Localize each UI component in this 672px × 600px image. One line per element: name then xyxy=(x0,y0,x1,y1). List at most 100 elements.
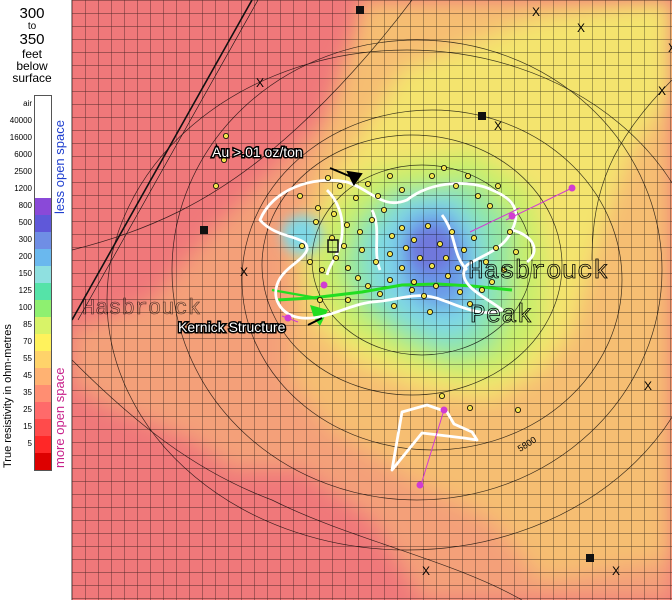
depth-top: 300 xyxy=(19,5,45,22)
drill-hole-dot xyxy=(428,172,435,179)
drill-hole-dot xyxy=(408,286,415,293)
legend-swatch xyxy=(35,232,51,249)
drill-hole-dot xyxy=(364,180,371,187)
drill-hole-dot xyxy=(428,262,435,269)
legend-tick-label: 800 xyxy=(18,200,32,210)
drill-hole-dot xyxy=(298,242,305,249)
legend-swatch xyxy=(35,334,51,351)
legend-swatch xyxy=(35,215,51,232)
legend-tick-label: 500 xyxy=(18,217,32,227)
kernick-label: Kernick Structure xyxy=(178,319,286,335)
legend-swatch xyxy=(35,283,51,300)
drill-hole-dot xyxy=(474,192,481,199)
drill-hole-dot xyxy=(416,254,423,261)
legend-tick-label: 300 xyxy=(18,234,32,244)
drill-hole-dot xyxy=(402,244,409,251)
drill-hole-dot xyxy=(478,286,485,293)
drill-hole-dot xyxy=(398,186,405,193)
drill-hole-dot xyxy=(380,206,387,213)
legend-swatch xyxy=(35,453,51,470)
drill-hole-dot xyxy=(448,228,455,235)
drill-hole-dot xyxy=(368,216,375,223)
drill-hole-dot xyxy=(344,296,351,303)
peak-label-line2: Peak xyxy=(470,300,532,330)
legend-swatch xyxy=(35,385,51,402)
drill-hole-dot xyxy=(398,224,405,231)
svg-text:X: X xyxy=(668,41,672,55)
drill-hole-dot xyxy=(358,246,365,253)
drill-hole-dot xyxy=(316,296,323,303)
drill-hole-dot xyxy=(386,172,393,179)
legend-swatch xyxy=(35,368,51,385)
drill-hole-dot xyxy=(494,182,501,189)
drill-hole-dot xyxy=(340,242,347,249)
legend-tick-label: 16000 xyxy=(9,132,32,142)
legend-swatch xyxy=(35,147,51,164)
resistivity-map: X X X X X X X X X X xyxy=(72,0,672,600)
drill-hole-dot xyxy=(352,194,359,201)
drill-hole-dot xyxy=(296,192,303,199)
drill-hole-dot xyxy=(336,182,343,189)
drill-hole-dot xyxy=(514,406,521,413)
legend-swatch xyxy=(35,436,51,453)
drill-hole-dot xyxy=(452,182,459,189)
legend-swatch xyxy=(35,300,51,317)
drill-hole-dot xyxy=(364,282,371,289)
peak-label-line1: Hasbrouck xyxy=(468,256,608,286)
legend-tick-label: air xyxy=(23,98,32,108)
drill-hole-dot xyxy=(306,258,313,265)
drill-hole-dot xyxy=(470,234,477,241)
drill-hole-dot xyxy=(512,248,519,255)
drill-hole-dot xyxy=(312,218,319,225)
legend-tick-label: 40000 xyxy=(9,115,32,125)
drill-hole-dot xyxy=(343,221,350,228)
drill-hole-dot xyxy=(386,250,393,257)
drill-hole-dot xyxy=(344,264,351,271)
drill-hole-dot xyxy=(436,240,443,247)
legend-swatch xyxy=(35,402,51,419)
drill-hole-dot xyxy=(398,264,405,271)
svg-text:X: X xyxy=(658,84,666,98)
au-label: Au >.01 oz/ton xyxy=(212,144,303,160)
more-open-space-label: more open space xyxy=(52,367,67,468)
legend-tick-label: 1200 xyxy=(14,183,32,193)
legend-swatch xyxy=(35,96,51,113)
legend-tick-label: 2500 xyxy=(14,166,32,176)
legend-swatch xyxy=(35,317,51,334)
drill-hole-dot xyxy=(464,172,471,179)
drill-hole-dot xyxy=(410,236,417,243)
legend-swatch xyxy=(35,164,51,181)
drill-hole-dot xyxy=(456,288,463,295)
legend-tick-label: 125 xyxy=(18,285,32,295)
drill-hole-dot xyxy=(356,228,363,235)
drill-hole-dot xyxy=(212,182,219,189)
drill-hole-dot xyxy=(390,302,397,309)
drill-hole-dot xyxy=(222,132,229,139)
svg-text:X: X xyxy=(532,5,540,19)
svg-text:X: X xyxy=(644,379,652,393)
legend-tick-label: 150 xyxy=(18,268,32,278)
legend-axis-label: True resistivity in ohm-metres xyxy=(2,324,14,468)
svg-text:X: X xyxy=(577,21,585,35)
drill-hole-dot xyxy=(432,282,439,289)
drill-hole-dot xyxy=(454,264,461,271)
legend-panel: 300 to 350 feet below surface air 40000 16… xyxy=(0,0,72,600)
drill-hole-dot xyxy=(374,192,381,199)
left-faint-label: Hasbrouck xyxy=(82,296,201,321)
drill-hole-dot xyxy=(506,228,513,235)
legend-swatch xyxy=(35,351,51,368)
legend-swatch xyxy=(35,130,51,147)
legend-swatch xyxy=(35,419,51,436)
drill-hole-dot xyxy=(388,232,395,239)
drill-hole-dot xyxy=(324,174,331,181)
legend-color-bar xyxy=(34,95,52,471)
legend-swatch xyxy=(35,198,51,215)
drill-hole-dot xyxy=(420,292,427,299)
drill-hole-dot xyxy=(466,404,473,411)
drill-hole-dot xyxy=(426,308,433,315)
drill-hole-dot xyxy=(386,276,393,283)
legend-swatch xyxy=(35,113,51,130)
drill-hole-dot xyxy=(372,258,379,265)
drill-hole-dot xyxy=(460,246,467,253)
legend-tick-label: 100 xyxy=(18,302,32,312)
